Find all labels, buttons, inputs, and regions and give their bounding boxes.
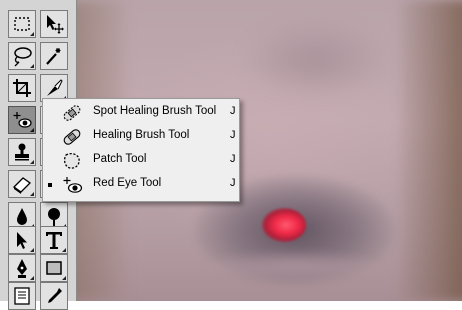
move-tool[interactable] — [40, 10, 68, 38]
eyedropper-tool-icon — [48, 288, 62, 303]
patch-tool-icon — [63, 152, 80, 169]
selected-check-icon — [48, 183, 52, 187]
spot-healing-brush-icon — [63, 105, 81, 121]
clone-stamp-tool[interactable] — [8, 138, 36, 166]
lower-lid-region — [200, 250, 390, 280]
rectangular-marquee-tool[interactable] — [8, 10, 36, 38]
red-eye-pupil — [262, 208, 306, 242]
brow-region — [240, 20, 390, 100]
path-selection-tool[interactable] — [8, 226, 36, 254]
rectangle-tool[interactable] — [40, 254, 68, 282]
crop-tool[interactable] — [8, 74, 36, 102]
menu-item-shortcut: J — [230, 105, 236, 117]
eyedropper-tool[interactable] — [40, 282, 68, 310]
eraser-tool[interactable] — [8, 170, 36, 198]
healing-tools-flyout-menu: Spot Healing Brush Tool J Healing Brush … — [42, 98, 240, 202]
rectangular-marquee-tool-icon — [14, 17, 30, 31]
menu-item-patch-tool[interactable]: Patch Tool J — [43, 149, 239, 173]
pen-tool[interactable] — [8, 254, 36, 282]
menu-item-red-eye-tool[interactable]: Red Eye Tool J — [43, 173, 239, 197]
menu-item-healing-brush-tool[interactable]: Healing Brush Tool J — [43, 125, 239, 149]
notes-tool-icon — [14, 287, 30, 305]
red-eye-tool-button[interactable] — [8, 106, 36, 134]
magic-wand-tool-icon — [46, 48, 61, 65]
lasso-tool[interactable] — [8, 42, 36, 70]
menu-item-spot-healing-brush-tool[interactable]: Spot Healing Brush Tool J — [43, 101, 239, 125]
menu-item-shortcut: J — [230, 129, 236, 141]
menu-item-shortcut: J — [230, 153, 236, 165]
healing-brush-icon — [63, 129, 81, 145]
notes-tool[interactable] — [8, 282, 36, 310]
menu-item-label: Healing Brush Tool — [93, 129, 190, 141]
crop-tool-icon — [13, 79, 31, 97]
menu-item-label: Patch Tool — [93, 153, 147, 165]
type-tool[interactable] — [40, 226, 68, 254]
menu-item-label: Spot Healing Brush Tool — [93, 105, 217, 117]
hair-region-right — [400, 0, 462, 301]
move-tool-icon — [47, 15, 64, 34]
magic-wand-tool[interactable] — [40, 42, 68, 70]
red-eye-tool-icon — [63, 177, 83, 193]
menu-item-label: Red Eye Tool — [93, 177, 162, 189]
menu-item-shortcut: J — [230, 177, 236, 189]
